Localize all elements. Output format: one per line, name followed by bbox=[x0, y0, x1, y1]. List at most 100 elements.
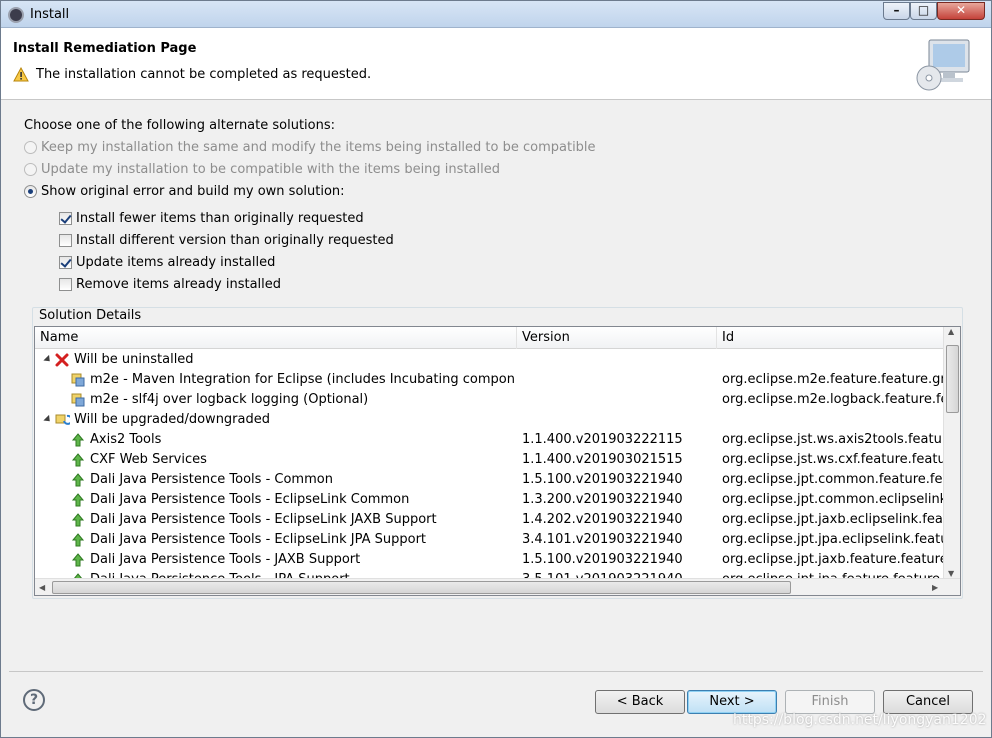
tree-group-row[interactable]: Will be upgraded/downgraded bbox=[35, 410, 945, 430]
tree-cell-name: CXF Web Services bbox=[90, 452, 207, 467]
tree-cell-version bbox=[522, 370, 714, 390]
tree-cell-name: Dali Java Persistence Tools - JAXB Suppo… bbox=[90, 552, 361, 567]
upgrade-arrow-icon bbox=[70, 452, 86, 468]
tree-cell-id: org.eclipse.m2e.feature.feature.group bbox=[722, 372, 944, 387]
cancel-button[interactable]: Cancel bbox=[883, 690, 973, 714]
column-header-name[interactable]: Name bbox=[35, 327, 517, 349]
tree-item-row[interactable]: CXF Web Services 1.1.400.v201903021515 org… bbox=[35, 450, 945, 470]
tree-cell-name: m2e - slf4j over logback logging (Option… bbox=[90, 392, 369, 407]
tree-cell-id: org.eclipse.m2e.logback.feature.featu bbox=[722, 392, 944, 407]
tree-item-row[interactable]: m2e - Maven Integration for Eclipse (inc… bbox=[35, 370, 945, 390]
solution-details-tree[interactable]: Name Version Id Will be uninstalled m2e -… bbox=[34, 326, 961, 596]
checkbox-install-different-label: Install different version than originall… bbox=[76, 233, 394, 248]
radio-update-installation[interactable] bbox=[24, 163, 37, 176]
tree-expand-icon[interactable] bbox=[43, 354, 53, 365]
horizontal-scroll-thumb[interactable] bbox=[52, 581, 791, 594]
watermark-text: https://blog.csdn.net/liyongyan1202 bbox=[733, 712, 987, 728]
vertical-scrollbar[interactable]: ▲ ▼ bbox=[943, 327, 960, 580]
checkbox-remove-installed-label: Remove items already installed bbox=[76, 277, 282, 292]
update-cycle-icon bbox=[54, 412, 73, 428]
tree-item-row[interactable]: Dali Java Persistence Tools - Common 1.5.… bbox=[35, 470, 945, 490]
upgrade-arrow-icon bbox=[70, 432, 86, 448]
radio-update-installation-label: Update my installation to be compatible … bbox=[41, 162, 500, 177]
button-bar-separator bbox=[9, 671, 983, 672]
window-title: Install bbox=[30, 7, 70, 22]
eclipse-app-icon bbox=[8, 7, 24, 23]
checkbox-update-installed-label: Update items already installed bbox=[76, 255, 276, 270]
tree-cell-version bbox=[522, 350, 714, 370]
checkbox-install-fewer-label: Install fewer items than originally requ… bbox=[76, 211, 364, 226]
tree-item-row[interactable]: m2e - slf4j over logback logging (Option… bbox=[35, 390, 945, 410]
tree-cell-name: Will be uninstalled bbox=[74, 352, 194, 367]
tree-cell-id: org.eclipse.jst.ws.axis2tools.feature.fe… bbox=[722, 432, 944, 447]
tree-cell-name: Dali Java Persistence Tools - EclipseLin… bbox=[90, 492, 410, 507]
radio-keep-installation-label: Keep my installation the same and modify… bbox=[41, 140, 596, 155]
options-prompt: Choose one of the following alternate so… bbox=[24, 118, 336, 133]
column-header-id[interactable]: Id bbox=[717, 327, 945, 349]
upgrade-arrow-icon bbox=[70, 472, 86, 488]
tree-header: Name Version Id bbox=[35, 327, 945, 349]
feature-plugin-icon bbox=[70, 392, 86, 408]
tree-cell-id: org.eclipse.jst.ws.cxf.feature.feature.g… bbox=[722, 452, 944, 467]
column-header-version[interactable]: Version bbox=[517, 327, 717, 349]
title-bar: Install – □ ✕ bbox=[1, 1, 991, 28]
tree-cell-version: 1.1.400.v201903021515 bbox=[522, 452, 683, 467]
tree-cell-version: 1.5.100.v201903221940 bbox=[522, 472, 683, 487]
help-icon[interactable]: ? bbox=[23, 689, 45, 711]
tree-cell-id: org.eclipse.jpt.jaxb.feature.feature.gro bbox=[722, 552, 944, 567]
upgrade-arrow-icon bbox=[70, 492, 86, 508]
checkbox-install-different[interactable] bbox=[59, 234, 72, 247]
scroll-left-icon[interactable]: ◀ bbox=[39, 579, 45, 595]
checkbox-remove-installed[interactable] bbox=[59, 278, 72, 291]
upgrade-arrow-icon bbox=[70, 552, 86, 568]
install-dialog: Install – □ ✕ Install Remediation Page T… bbox=[0, 0, 992, 738]
tree-cell-version bbox=[522, 390, 714, 410]
tree-cell-version: 1.5.100.v201903221940 bbox=[522, 552, 683, 567]
tree-cell-version: 1.1.400.v201903222115 bbox=[522, 432, 683, 447]
minimize-button[interactable]: – bbox=[883, 2, 910, 20]
tree-cell-id bbox=[722, 350, 944, 370]
next-button[interactable]: Next > bbox=[687, 690, 777, 714]
tree-cell-name: Dali Java Persistence Tools - Common bbox=[90, 472, 333, 487]
upgrade-arrow-icon bbox=[70, 512, 86, 528]
tree-cell-id: org.eclipse.jpt.jaxb.eclipselink.feature… bbox=[722, 512, 944, 527]
radio-keep-installation[interactable] bbox=[24, 141, 37, 154]
tree-expand-icon[interactable] bbox=[43, 414, 53, 425]
tree-item-row[interactable]: Dali Java Persistence Tools - JAXB Suppo… bbox=[35, 550, 945, 570]
tree-item-row[interactable]: Dali Java Persistence Tools - EclipseLin… bbox=[35, 490, 945, 510]
tree-cell-name: m2e - Maven Integration for Eclipse (inc… bbox=[90, 372, 514, 387]
scroll-right-icon[interactable]: ▶ bbox=[932, 579, 938, 595]
tree-item-row[interactable]: Dali Java Persistence Tools - EclipseLin… bbox=[35, 530, 945, 550]
horizontal-scrollbar[interactable]: ◀ ▶ bbox=[35, 578, 960, 595]
feature-plugin-icon bbox=[70, 372, 86, 388]
solution-details-label: Solution Details bbox=[37, 308, 144, 323]
tree-group-row[interactable]: Will be uninstalled bbox=[35, 350, 945, 370]
radio-show-original-error-label: Show original error and build my own sol… bbox=[41, 184, 345, 199]
tree-cell-id bbox=[722, 410, 944, 430]
tree-cell-name: Dali Java Persistence Tools - EclipseLin… bbox=[90, 532, 427, 547]
remove-x-icon bbox=[54, 352, 70, 368]
vertical-scroll-thumb[interactable] bbox=[946, 345, 959, 413]
tree-cell-id: org.eclipse.jpt.jpa.eclipselink.feature.… bbox=[722, 532, 944, 547]
maximize-button[interactable]: □ bbox=[910, 2, 937, 20]
warning-icon bbox=[13, 67, 29, 82]
checkbox-update-installed[interactable] bbox=[59, 256, 72, 269]
tree-cell-version: 1.3.200.v201903221940 bbox=[522, 492, 683, 507]
radio-show-original-error[interactable] bbox=[24, 185, 37, 198]
finish-button[interactable]: Finish bbox=[785, 690, 875, 714]
tree-cell-version: 3.4.101.v201903221940 bbox=[522, 532, 683, 547]
scroll-up-icon[interactable]: ▲ bbox=[948, 327, 954, 340]
header-message: The installation cannot be completed as … bbox=[13, 67, 371, 82]
close-button[interactable]: ✕ bbox=[937, 2, 985, 20]
upgrade-arrow-icon bbox=[70, 532, 86, 548]
tree-cell-id: org.eclipse.jpt.common.feature.feature bbox=[722, 472, 944, 487]
tree-item-row[interactable]: Axis2 Tools 1.1.400.v201903222115 org.ecli… bbox=[35, 430, 945, 450]
tree-cell-name: Axis2 Tools bbox=[90, 432, 162, 447]
tree-item-row[interactable]: Dali Java Persistence Tools - EclipseLin… bbox=[35, 510, 945, 530]
tree-cell-name: Dali Java Persistence Tools - EclipseLin… bbox=[90, 512, 437, 527]
checkbox-install-fewer[interactable] bbox=[59, 212, 72, 225]
wizard-header: Install Remediation Page The installatio… bbox=[1, 28, 991, 100]
header-message-text: The installation cannot be completed as … bbox=[36, 67, 372, 82]
install-computer-icon bbox=[913, 36, 973, 96]
back-button[interactable]: < Back bbox=[595, 690, 685, 714]
